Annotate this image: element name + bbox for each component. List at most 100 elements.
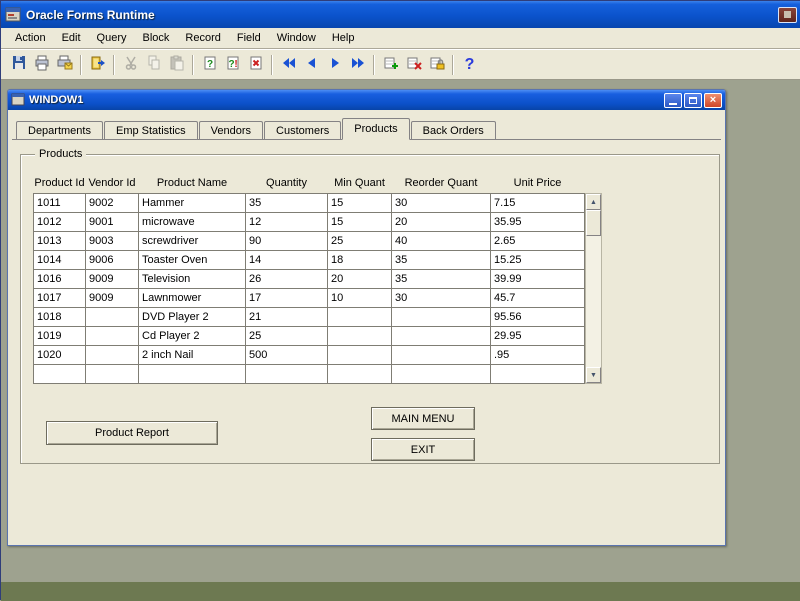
grid-cell[interactable]: 45.7 bbox=[490, 288, 585, 308]
copy-button[interactable] bbox=[142, 54, 165, 76]
minimize-button[interactable] bbox=[664, 92, 682, 108]
grid-cell[interactable] bbox=[85, 345, 139, 365]
grid-cell[interactable]: 25 bbox=[245, 326, 328, 346]
grid-cell[interactable]: 35 bbox=[391, 269, 491, 289]
grid-cell[interactable]: 9009 bbox=[85, 269, 139, 289]
lock-record-button[interactable] bbox=[425, 54, 448, 76]
grid-cell[interactable]: 10 bbox=[327, 288, 392, 308]
grid-cell[interactable]: 12 bbox=[245, 212, 328, 232]
grid-cell[interactable]: Hammer bbox=[138, 193, 246, 213]
grid-cell[interactable] bbox=[391, 364, 491, 384]
grid-cell[interactable] bbox=[85, 364, 139, 384]
enter-query-button[interactable]: ? bbox=[198, 54, 221, 76]
grid-cell[interactable]: 9003 bbox=[85, 231, 139, 251]
cancel-query-button[interactable] bbox=[244, 54, 267, 76]
last-record-button[interactable] bbox=[346, 54, 369, 76]
grid-cell[interactable]: 21 bbox=[245, 307, 328, 327]
exit-tool-button[interactable] bbox=[86, 54, 109, 76]
menu-item-block[interactable]: Block bbox=[135, 29, 178, 47]
grid-cell[interactable]: Lawnmower bbox=[138, 288, 246, 308]
grid-cell[interactable]: 20 bbox=[327, 269, 392, 289]
grid-cell[interactable]: 500 bbox=[245, 345, 328, 365]
grid-cell[interactable]: 1018 bbox=[33, 307, 86, 327]
grid-cell[interactable]: 29.95 bbox=[490, 326, 585, 346]
grid-cell[interactable]: 35.95 bbox=[490, 212, 585, 232]
grid-cell[interactable]: 30 bbox=[391, 288, 491, 308]
close-button[interactable]: × bbox=[704, 92, 722, 108]
tab-products[interactable]: Products bbox=[342, 118, 410, 140]
grid-cell[interactable]: DVD Player 2 bbox=[138, 307, 246, 327]
tab-emp-statistics[interactable]: Emp Statistics bbox=[103, 121, 198, 139]
delete-record-button[interactable] bbox=[402, 54, 425, 76]
grid-cell[interactable] bbox=[33, 364, 86, 384]
grid-cell[interactable] bbox=[138, 364, 246, 384]
grid-cell[interactable]: 9009 bbox=[85, 288, 139, 308]
grid-cell[interactable] bbox=[490, 364, 585, 384]
tab-departments[interactable]: Departments bbox=[16, 121, 103, 139]
grid-cell[interactable]: 1013 bbox=[33, 231, 86, 251]
grid-cell[interactable]: 25 bbox=[327, 231, 392, 251]
grid-cell[interactable]: 1017 bbox=[33, 288, 86, 308]
menu-item-action[interactable]: Action bbox=[7, 29, 54, 47]
grid-cell[interactable]: 2.65 bbox=[490, 231, 585, 251]
help-button[interactable]: ? bbox=[458, 54, 481, 76]
cut-button[interactable] bbox=[119, 54, 142, 76]
grid-cell[interactable] bbox=[327, 326, 392, 346]
titlebar[interactable]: Oracle Forms Runtime bbox=[1, 1, 800, 28]
print-report-button[interactable] bbox=[53, 54, 76, 76]
grid-cell[interactable]: 18 bbox=[327, 250, 392, 270]
grid-cell[interactable]: 1011 bbox=[33, 193, 86, 213]
grid-cell[interactable]: 20 bbox=[391, 212, 491, 232]
grid-cell[interactable]: 15 bbox=[327, 193, 392, 213]
grid-cell[interactable]: 9001 bbox=[85, 212, 139, 232]
grid-cell[interactable]: microwave bbox=[138, 212, 246, 232]
grid-cell[interactable]: 2 inch Nail bbox=[138, 345, 246, 365]
menu-item-field[interactable]: Field bbox=[229, 29, 269, 47]
grid-cell[interactable]: 1020 bbox=[33, 345, 86, 365]
grid-cell[interactable] bbox=[85, 326, 139, 346]
menu-item-query[interactable]: Query bbox=[89, 29, 135, 47]
grid-cell[interactable]: 95.56 bbox=[490, 307, 585, 327]
grid-scrollbar[interactable]: ▲ ▼ bbox=[585, 193, 602, 384]
grid-cell[interactable]: 15 bbox=[327, 212, 392, 232]
grid-cell[interactable] bbox=[391, 326, 491, 346]
grid-cell[interactable]: 17 bbox=[245, 288, 328, 308]
menu-item-edit[interactable]: Edit bbox=[54, 29, 89, 47]
grid-cell[interactable]: 26 bbox=[245, 269, 328, 289]
window-control-button[interactable] bbox=[778, 6, 797, 23]
scrollbar-thumb[interactable] bbox=[586, 210, 601, 236]
grid-cell[interactable]: screwdriver bbox=[138, 231, 246, 251]
maximize-button[interactable] bbox=[684, 92, 702, 108]
previous-record-button[interactable] bbox=[300, 54, 323, 76]
first-record-button[interactable] bbox=[277, 54, 300, 76]
main-menu-button[interactable]: MAIN MENU bbox=[371, 407, 475, 430]
inner-window-titlebar[interactable]: WINDOW1 × bbox=[8, 90, 725, 110]
menu-item-record[interactable]: Record bbox=[177, 29, 228, 47]
execute-query-button[interactable]: ?! bbox=[221, 54, 244, 76]
grid-cell[interactable]: 90 bbox=[245, 231, 328, 251]
grid-cell[interactable] bbox=[327, 307, 392, 327]
grid-cell[interactable]: 1014 bbox=[33, 250, 86, 270]
grid-cell[interactable]: 30 bbox=[391, 193, 491, 213]
grid-cell[interactable]: 39.99 bbox=[490, 269, 585, 289]
grid-cell[interactable]: Television bbox=[138, 269, 246, 289]
scrollbar-track[interactable] bbox=[586, 210, 601, 367]
grid-cell[interactable]: Cd Player 2 bbox=[138, 326, 246, 346]
grid-cell[interactable] bbox=[85, 307, 139, 327]
grid-cell[interactable] bbox=[391, 307, 491, 327]
grid-cell[interactable] bbox=[327, 345, 392, 365]
scroll-up-button[interactable]: ▲ bbox=[586, 194, 601, 210]
grid-cell[interactable]: 35 bbox=[245, 193, 328, 213]
menu-item-help[interactable]: Help bbox=[324, 29, 363, 47]
print-button[interactable] bbox=[30, 54, 53, 76]
grid-cell[interactable] bbox=[245, 364, 328, 384]
grid-cell[interactable]: 1016 bbox=[33, 269, 86, 289]
grid-cell[interactable]: 35 bbox=[391, 250, 491, 270]
save-button[interactable] bbox=[7, 54, 30, 76]
tab-customers[interactable]: Customers bbox=[264, 121, 342, 139]
exit-button[interactable]: EXIT bbox=[371, 438, 475, 461]
grid-cell[interactable]: 40 bbox=[391, 231, 491, 251]
grid-cell[interactable]: .95 bbox=[490, 345, 585, 365]
scroll-down-button[interactable]: ▼ bbox=[586, 367, 601, 383]
menu-item-window[interactable]: Window bbox=[269, 29, 324, 47]
